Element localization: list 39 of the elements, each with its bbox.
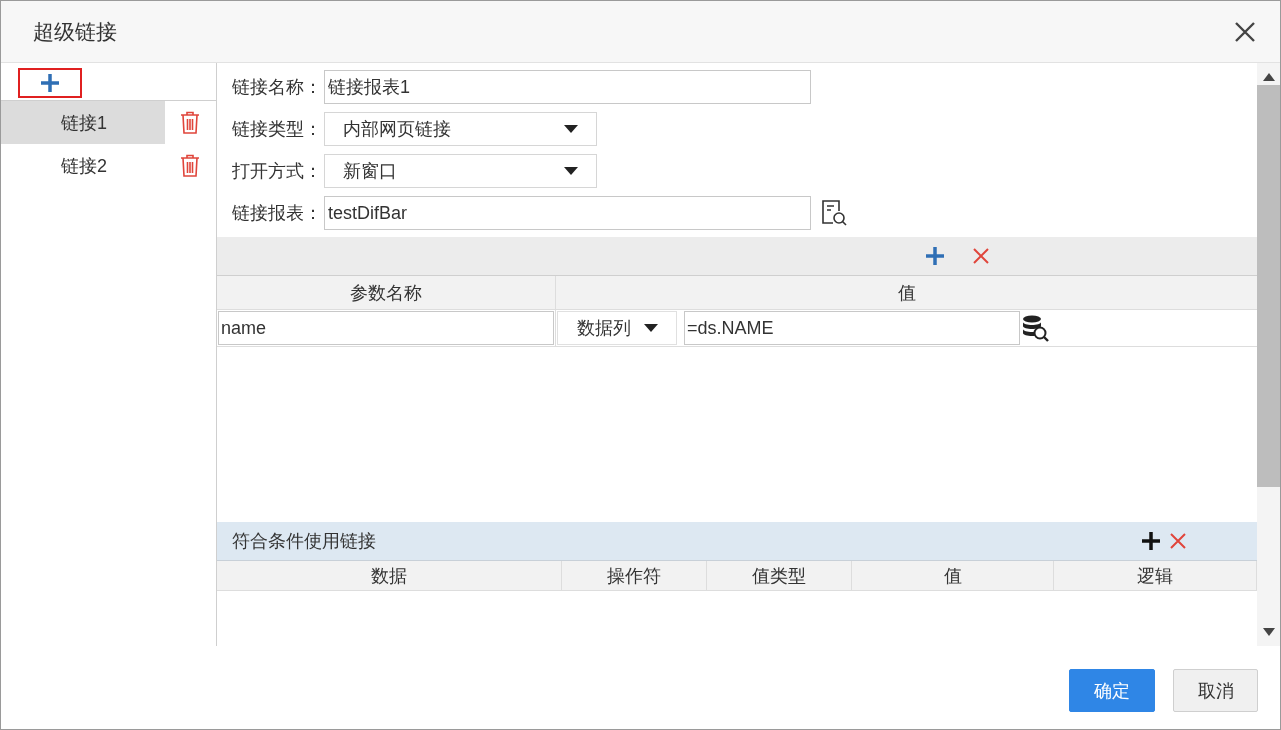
database-search-icon[interactable] <box>1021 314 1049 342</box>
add-link-button[interactable] <box>18 68 82 98</box>
caret-icon <box>644 324 658 332</box>
scroll-down-icon[interactable] <box>1262 628 1275 636</box>
section-title: 符合条件使用链接 <box>232 530 376 553</box>
document-search-icon[interactable] <box>820 199 848 227</box>
field-label: 链接报表： <box>232 202 323 225</box>
column-header: 数据 <box>217 561 562 590</box>
dropdown[interactable]: 内部网页链接 <box>324 112 597 146</box>
field-label: 链接类型： <box>232 118 323 141</box>
column-header: 值类型 <box>707 561 852 590</box>
scrollbar-thumb[interactable] <box>1257 85 1280 487</box>
delete-icon[interactable] <box>972 247 990 265</box>
close-icon[interactable] <box>1234 20 1256 43</box>
column-header: 值 <box>852 561 1054 590</box>
trash-icon[interactable] <box>180 110 200 135</box>
text-field[interactable]: testDifBar <box>324 196 811 230</box>
add-icon[interactable] <box>1140 530 1162 552</box>
dropdown[interactable]: 新窗口 <box>324 154 597 188</box>
cancel-button[interactable]: 取消 <box>1173 669 1258 712</box>
parameter-name-field[interactable]: name <box>218 311 554 345</box>
delete-icon[interactable] <box>1169 532 1187 550</box>
column-header: 参数名称 <box>217 276 556 309</box>
column-header: 值 <box>896 281 917 305</box>
parameter-value-field[interactable]: =ds.NAME <box>684 311 1020 345</box>
field-label: 打开方式： <box>232 160 323 183</box>
text-field[interactable]: 链接报表1 <box>324 70 811 104</box>
link-item[interactable]: 链接1 <box>1 101 165 144</box>
field-label: 链接名称： <box>232 76 323 99</box>
scroll-up-icon[interactable] <box>1262 73 1275 81</box>
caret-icon <box>564 125 578 133</box>
link-item[interactable]: 链接2 <box>1 144 165 187</box>
caret-icon <box>564 167 578 175</box>
trash-icon[interactable] <box>180 153 200 178</box>
confirm-button[interactable]: 确定 <box>1069 669 1155 712</box>
type-dropdown[interactable]: 数据列 <box>557 311 677 345</box>
window-title: 超级链接 <box>33 18 117 45</box>
column-header: 操作符 <box>562 561 707 590</box>
plus-icon <box>39 72 61 94</box>
